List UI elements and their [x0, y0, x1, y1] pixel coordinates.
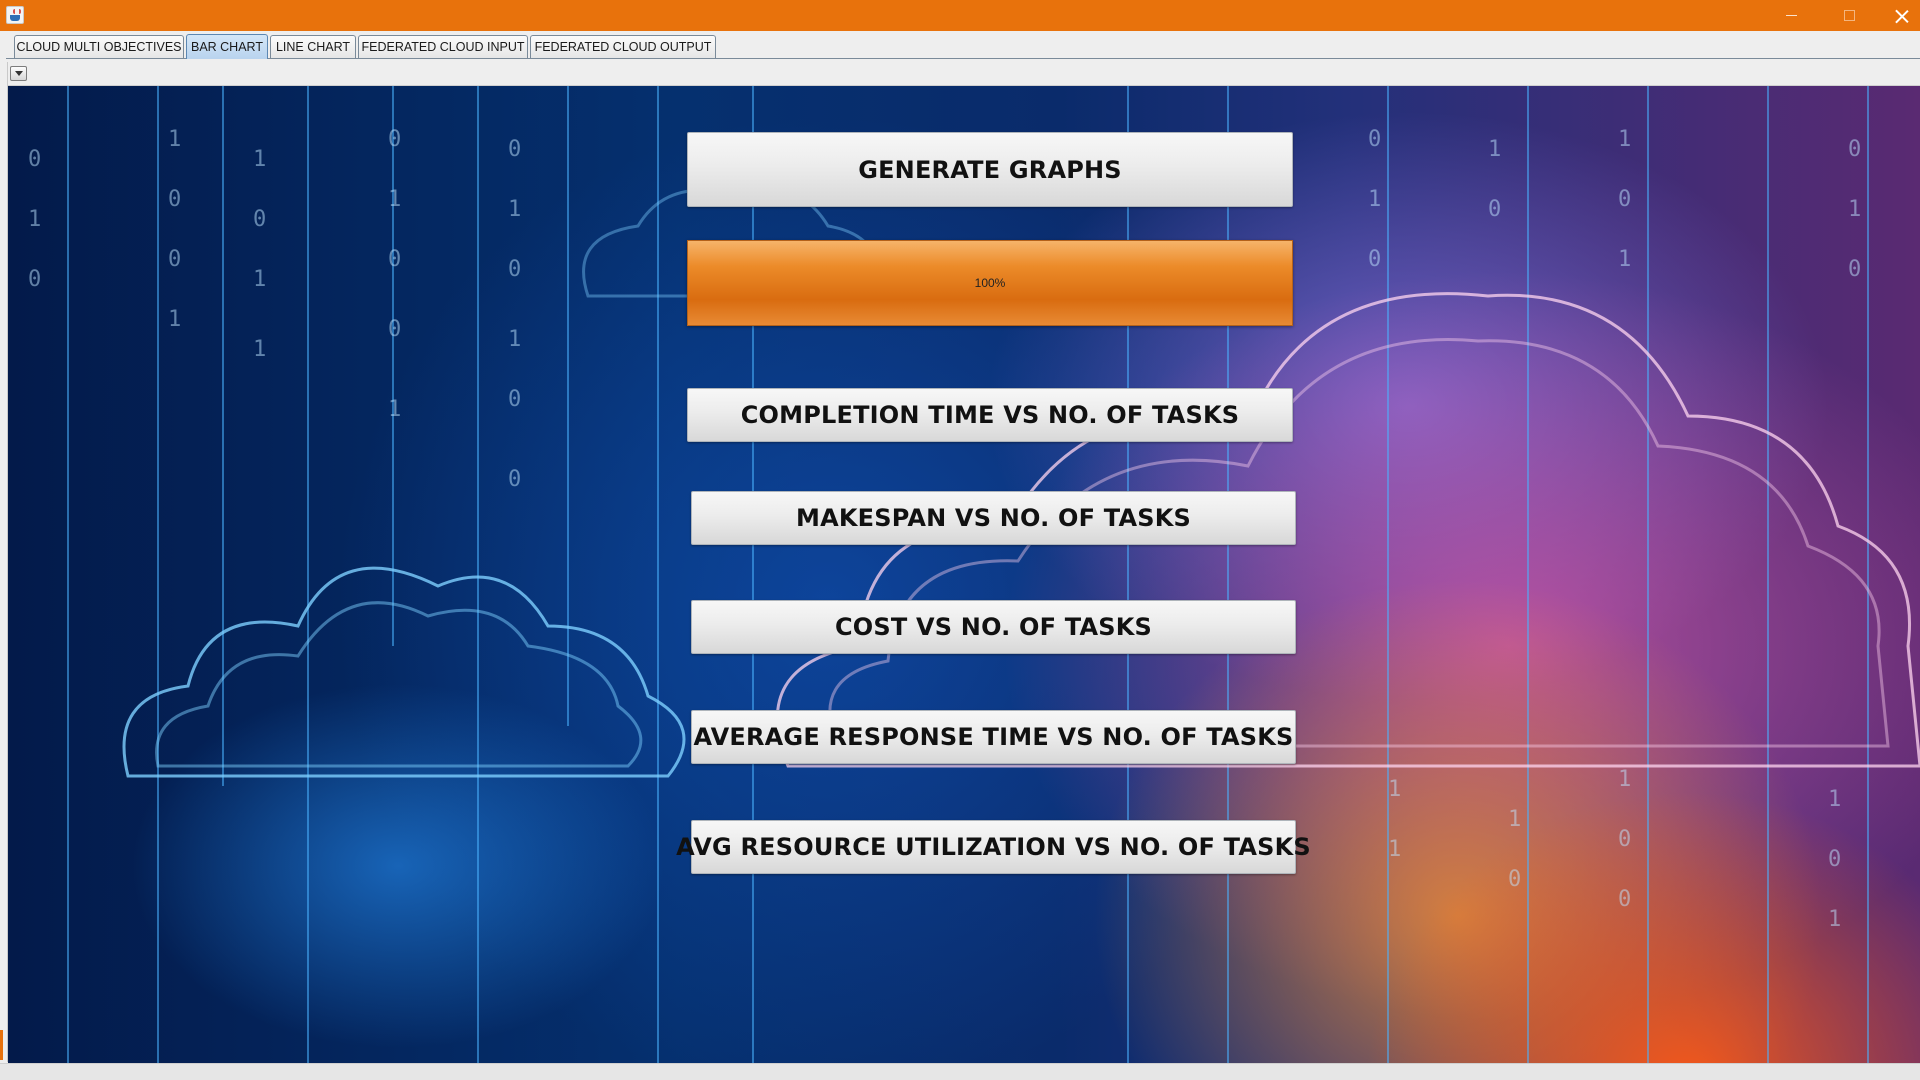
svg-text:0: 0	[1618, 827, 1631, 852]
svg-text:0: 0	[168, 247, 181, 272]
tab-federated-cloud-input[interactable]: FEDERATED CLOUD INPUT	[358, 35, 528, 58]
svg-text:1: 1	[1618, 767, 1631, 792]
svg-text:0: 0	[508, 257, 521, 282]
svg-text:1: 1	[1848, 197, 1861, 222]
svg-text:0: 0	[508, 137, 521, 162]
cost-button[interactable]: COST VS NO. OF TASKS	[691, 600, 1296, 654]
svg-text:1: 1	[508, 197, 521, 222]
tab-cloud-multi-objectives[interactable]: CLOUD MULTI OBJECTIVES	[14, 35, 184, 58]
maximize-icon	[1843, 10, 1855, 21]
svg-text:1: 1	[508, 327, 521, 352]
svg-text:1: 1	[1388, 837, 1401, 862]
progress-text: 100%	[974, 276, 1006, 290]
close-icon	[1895, 9, 1909, 23]
svg-text:1: 1	[1488, 137, 1501, 162]
left-border	[0, 62, 8, 1062]
svg-text:1: 1	[253, 267, 266, 292]
svg-text:1: 1	[28, 207, 41, 232]
title-bar	[0, 0, 1920, 31]
tab-line-chart[interactable]: LINE CHART	[270, 35, 356, 58]
maximize-button[interactable]	[1826, 0, 1872, 31]
tab-federated-cloud-output[interactable]: FEDERATED CLOUD OUTPUT	[530, 35, 716, 58]
svg-text:1: 1	[388, 397, 401, 422]
progress-bar: 100%	[687, 240, 1293, 326]
svg-text:0: 0	[28, 267, 41, 292]
tab-bar-chart[interactable]: BAR CHART	[186, 34, 268, 59]
svg-text:1: 1	[253, 337, 266, 362]
svg-text:0: 0	[168, 187, 181, 212]
svg-text:0: 0	[388, 317, 401, 342]
svg-text:0: 0	[388, 127, 401, 152]
minimize-icon	[1785, 15, 1797, 16]
svg-text:0: 0	[1488, 197, 1501, 222]
svg-text:0: 0	[1618, 887, 1631, 912]
chevron-down-icon	[14, 71, 23, 76]
tab-divider	[6, 58, 1920, 59]
svg-text:1: 1	[1388, 777, 1401, 802]
generate-graphs-button[interactable]: GENERATE GRAPHS	[687, 132, 1293, 207]
svg-text:0: 0	[508, 387, 521, 412]
svg-text:1: 1	[1828, 907, 1841, 932]
svg-text:1: 1	[168, 307, 181, 332]
dropdown-button[interactable]	[10, 66, 27, 81]
svg-text:0: 0	[1368, 247, 1381, 272]
svg-text:1: 1	[1508, 807, 1521, 832]
svg-text:0: 0	[28, 147, 41, 172]
svg-text:0: 0	[253, 207, 266, 232]
svg-text:0: 0	[1368, 127, 1381, 152]
svg-text:0: 0	[1828, 847, 1841, 872]
minimize-button[interactable]	[1768, 0, 1814, 31]
completion-time-button[interactable]: COMPLETION TIME VS NO. OF TASKS	[687, 388, 1293, 442]
svg-text:1: 1	[1368, 187, 1381, 212]
java-cup-icon[interactable]	[6, 6, 24, 24]
close-button[interactable]	[1884, 0, 1920, 31]
sub-toolbar	[6, 62, 1920, 86]
background-image: 0 1 0 1 0 0 1 1 0 1 1 0 1 0 0 1 0 1 0 1 0 0 0 1 0 1 0 1 0 1 0 1…	[8, 86, 1920, 1063]
svg-text:1: 1	[1828, 787, 1841, 812]
svg-text:1: 1	[1618, 247, 1631, 272]
svg-text:0: 0	[1848, 137, 1861, 162]
svg-text:1: 1	[388, 187, 401, 212]
svg-text:0: 0	[1618, 187, 1631, 212]
avg-resource-utilization-button[interactable]: AVG RESOURCE UTILIZATION VS NO. OF TASKS	[676, 820, 1311, 874]
svg-text:0: 0	[1508, 867, 1521, 892]
average-response-time-button[interactable]: AVERAGE RESPONSE TIME VS NO. OF TASKS	[691, 710, 1296, 764]
status-bar	[0, 1063, 1920, 1080]
circuit-cloud-graphic: 0 1 0 1 0 0 1 1 0 1 1 0 1 0 0 1 0 1 0 1 0 0 0 1 0 1 0 1 0 1 0 1…	[28, 86, 1920, 1063]
svg-text:0: 0	[1848, 257, 1861, 282]
svg-text:1: 1	[168, 127, 181, 152]
left-accent	[0, 1030, 3, 1060]
svg-text:0: 0	[388, 247, 401, 272]
svg-text:0: 0	[508, 467, 521, 492]
svg-text:1: 1	[1618, 127, 1631, 152]
svg-text:1: 1	[253, 147, 266, 172]
makespan-button[interactable]: MAKESPAN VS NO. OF TASKS	[691, 491, 1296, 545]
